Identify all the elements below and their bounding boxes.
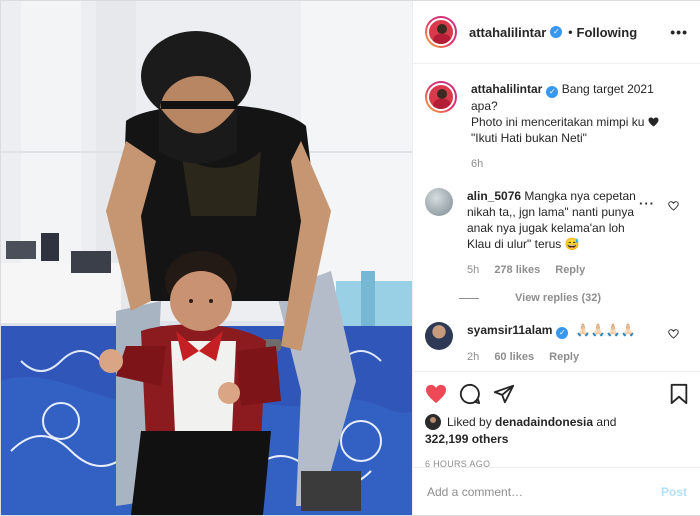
action-icons <box>425 380 689 408</box>
view-replies-button[interactable]: View replies (32) <box>481 292 685 304</box>
comment-item: alin_5076 Mangka nya cepetan nikah ta,, … <box>425 188 685 278</box>
likes-count[interactable]: 322,199 others <box>425 432 689 446</box>
like-heart-icon[interactable] <box>425 384 447 404</box>
post-side-panel: attahalilintar ✓ • Following ••• attahal… <box>412 1 700 515</box>
author-avatar[interactable] <box>425 16 457 48</box>
comment-time: 5h <box>467 264 480 276</box>
following-button[interactable]: Following <box>577 25 638 40</box>
comment-like-heart-icon[interactable] <box>668 200 679 214</box>
comment-meta: 2h 60 likes Reply <box>467 349 643 365</box>
verified-badge-icon: ✓ <box>550 26 563 38</box>
caption-text-3: Photo ini menceritakan mimpi ku <box>471 115 645 129</box>
commenter-avatar[interactable] <box>425 322 453 350</box>
comment-like-heart-icon[interactable] <box>668 328 679 342</box>
caption-author-avatar[interactable] <box>425 81 457 113</box>
comment-text: nikah ta,, jgn lama" nanti punya <box>467 205 635 219</box>
post-photo[interactable] <box>1 1 412 515</box>
comment-likes[interactable]: 60 likes <box>494 351 534 363</box>
verified-badge-icon: ✓ <box>546 86 559 98</box>
comment-username[interactable]: syamsir11alam <box>467 323 552 337</box>
caption-text-1: Bang target 2021 <box>561 82 654 96</box>
comment-item: syamsir11alam ✓ 🙏🏻🙏🏻🙏🏻🙏🏻 2h 60 likes Repl… <box>425 322 685 365</box>
post-header: attahalilintar ✓ • Following ••• <box>413 1 700 64</box>
reply-button[interactable]: Reply <box>555 264 585 276</box>
comment-time: 2h <box>467 351 480 363</box>
comment-username[interactable]: alin_5076 <box>467 189 521 203</box>
header-separator: • <box>568 25 573 39</box>
liker-avatar[interactable] <box>425 414 441 430</box>
comment-text: 🙏🏻🙏🏻🙏🏻🙏🏻 <box>575 323 636 337</box>
share-icon[interactable] <box>493 383 515 405</box>
comments-section: attahalilintar ✓ Bang target 2021 apa? Ph… <box>413 65 700 371</box>
commenter-avatar[interactable] <box>425 188 453 216</box>
post-actions: Liked by denadaindonesia and 322,199 oth… <box>413 371 700 469</box>
caption-text-4: "Ikuti Hati bukan Neti" <box>471 131 587 145</box>
comment-icon[interactable] <box>459 383 481 405</box>
photo-illustration <box>1 1 412 515</box>
caption: attahalilintar ✓ Bang target 2021 apa? Ph… <box>425 81 685 172</box>
comment-likes[interactable]: 278 likes <box>494 264 540 276</box>
save-bookmark-icon[interactable] <box>669 383 689 405</box>
comment-options-icon[interactable]: ··· <box>639 196 655 211</box>
comment-text: anak nya jugak kelama'an loh <box>467 221 625 235</box>
liked-by-prefix: Liked by <box>447 415 492 429</box>
caption-body: attahalilintar ✓ Bang target 2021 apa? Ph… <box>471 81 671 172</box>
comment-body: alin_5076 Mangka nya cepetan nikah ta,, … <box>467 188 643 278</box>
comment-body: syamsir11alam ✓ 🙏🏻🙏🏻🙏🏻🙏🏻 2h 60 likes Repl… <box>467 322 643 365</box>
comment-input[interactable] <box>427 484 661 499</box>
liker-username[interactable]: denadaindonesia <box>495 415 593 429</box>
comment-meta: 5h 278 likes Reply <box>467 262 643 278</box>
more-options-icon[interactable]: ••• <box>670 24 688 40</box>
instagram-post-window: attahalilintar ✓ • Following ••• attahal… <box>0 0 700 516</box>
author-username[interactable]: attahalilintar <box>469 25 546 40</box>
liked-by-line: Liked by denadaindonesia and <box>425 414 689 430</box>
add-comment-bar: Post <box>413 467 700 515</box>
caption-username[interactable]: attahalilintar <box>471 82 542 96</box>
black-heart-icon <box>648 115 659 127</box>
comment-text: Mangka nya cepetan <box>524 189 636 203</box>
post-comment-button[interactable]: Post <box>661 485 687 499</box>
caption-time: 6h <box>471 158 484 170</box>
verified-badge-icon: ✓ <box>556 327 569 339</box>
liked-by-and: and <box>596 415 617 429</box>
comment-text: Klau di ulur" terus 😅 <box>467 237 580 251</box>
caption-text-2: apa? <box>471 99 498 113</box>
reply-button[interactable]: Reply <box>549 351 579 363</box>
